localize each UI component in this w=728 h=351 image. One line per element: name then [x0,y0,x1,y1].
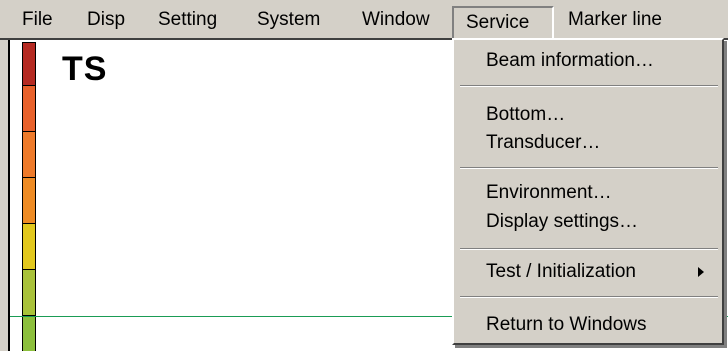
menu-item-transducer[interactable]: Transducer… [486,130,712,156]
color-scale-bar [10,40,38,351]
menu-item-bottom[interactable]: Bottom… [486,102,712,128]
menu-system[interactable]: System [257,0,320,40]
menu-item-label: Test / Initialization [486,261,636,282]
color-scale-segment [22,178,36,224]
menu-item-test-initialization[interactable]: Test / Initialization [486,259,712,285]
menu-window[interactable]: Window [362,0,430,40]
menu-setting[interactable]: Setting [158,0,217,40]
menu-item-display-settings[interactable]: Display settings… [486,209,712,235]
color-scale-segment [22,42,36,86]
menu-separator [460,248,718,250]
color-scale-segment [22,132,36,178]
service-dropdown-menu: Beam information… Bottom… Transducer… En… [452,38,724,345]
app-window: File Disp Setting System Window Service … [0,0,728,351]
menu-separator [460,296,718,298]
display-left-edge [0,40,8,351]
menu-item-environment[interactable]: Environment… [486,180,712,206]
menu-item-return-to-windows[interactable]: Return to Windows [486,312,712,338]
color-scale-segment [22,224,36,270]
menu-file[interactable]: File [22,0,53,40]
menu-item-beam-information[interactable]: Beam information… [486,48,712,74]
ts-label: TS [62,50,108,88]
menu-marker-line[interactable]: Marker line [568,0,662,40]
menu-separator [460,167,718,169]
menu-separator [460,85,718,87]
color-scale-segment [22,86,36,132]
color-scale-segment [22,270,36,316]
menu-bar: File Disp Setting System Window Service … [0,0,728,40]
menu-service[interactable]: Service [452,6,554,40]
color-scale-segment [22,316,36,351]
menu-disp[interactable]: Disp [87,0,125,40]
submenu-arrow-icon [698,267,704,277]
